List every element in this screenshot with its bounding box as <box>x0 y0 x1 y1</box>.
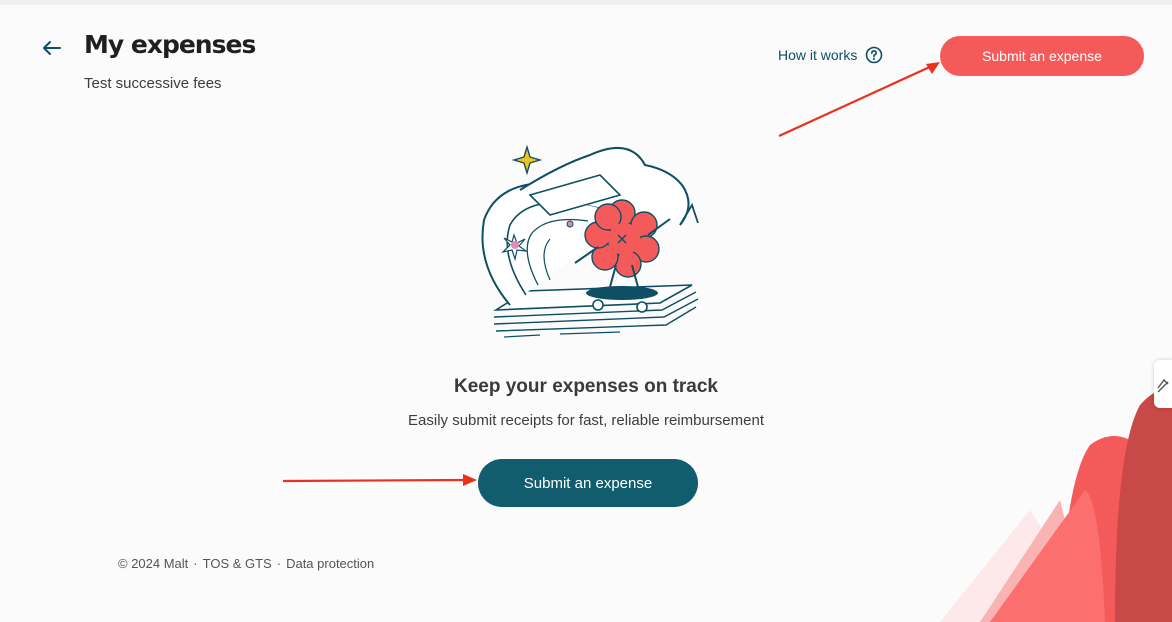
side-feedback-tab[interactable] <box>1154 360 1172 408</box>
top-divider <box>0 0 1172 5</box>
footer-copyright: © 2024 Malt <box>118 556 189 571</box>
page-title: My expenses <box>84 30 256 59</box>
back-button[interactable] <box>38 36 66 60</box>
annotation-arrow-bottom <box>282 474 477 486</box>
decorative-corner-shapes <box>940 389 1172 622</box>
footer: © 2024 Malt · TOS & GTS · Data protectio… <box>118 556 374 571</box>
footer-link-data-protection[interactable]: Data protection <box>286 556 374 571</box>
chart-trend-icon <box>1157 378 1169 393</box>
footer-separator: · <box>276 556 282 571</box>
footer-separator: · <box>193 556 198 571</box>
footer-link-tos[interactable]: TOS & GTS <box>203 556 272 571</box>
submit-expense-button-main[interactable]: Submit an expense <box>478 459 698 507</box>
annotation-arrow-top <box>778 62 940 138</box>
arrow-left-icon <box>43 41 61 55</box>
page-subtitle: Test successive fees <box>84 75 222 92</box>
submit-expense-button-top[interactable]: Submit an expense <box>940 36 1144 76</box>
flower-character-skateboard-illustration <box>481 144 699 338</box>
